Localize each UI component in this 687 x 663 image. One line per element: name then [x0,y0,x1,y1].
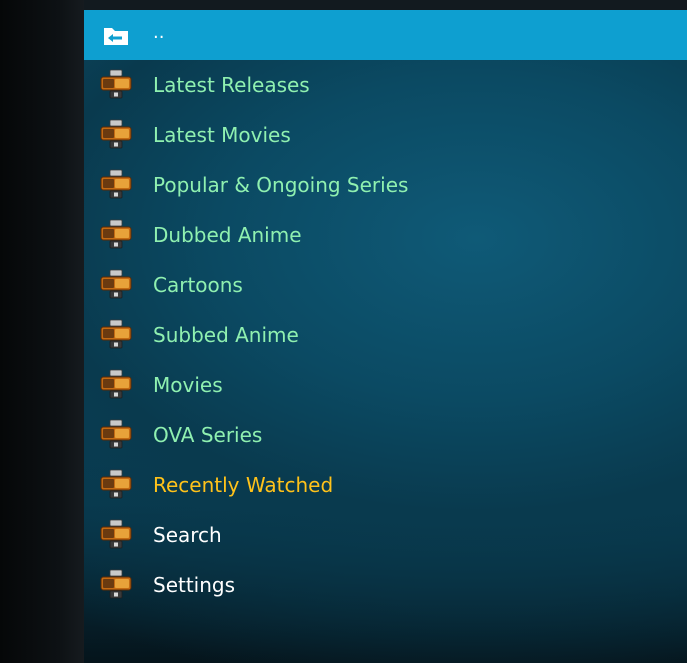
list-item-ova-series[interactable]: OVA Series [84,410,687,460]
list-item-settings[interactable]: Settings [84,560,687,610]
list-item-label: OVA Series [153,423,263,447]
list-item-latest-releases[interactable]: Latest Releases [84,60,687,110]
list-item-label: Settings [153,573,236,597]
list-item-dubbed-anime[interactable]: Dubbed Anime [84,210,687,260]
list-item-label: Movies [153,373,223,397]
list-item-label: Popular & Ongoing Series [153,173,409,197]
list-item-parent-folder[interactable]: .. [84,10,687,60]
list-item-label: Latest Releases [153,73,310,97]
list-item-label: Dubbed Anime [153,223,302,247]
watch-nyaa-icon [99,569,133,601]
list-item-label: .. [153,22,165,43]
watch-nyaa-icon [99,469,133,501]
list-item-label: Latest Movies [153,123,291,147]
watch-nyaa-icon [99,119,133,151]
list-item-latest-movies[interactable]: Latest Movies [84,110,687,160]
watch-nyaa-icon [99,219,133,251]
watch-nyaa-icon [99,319,133,351]
watch-nyaa-icon [99,419,133,451]
watch-nyaa-icon [99,369,133,401]
watch-nyaa-icon [99,69,133,101]
list-item-label: Cartoons [153,273,243,297]
addon-menu-panel: .. Latest Releases Latest Movies Popular… [84,10,687,663]
list-item-search[interactable]: Search [84,510,687,560]
list-item-label: Subbed Anime [153,323,299,347]
list-item-cartoons[interactable]: Cartoons [84,260,687,310]
list-item-subbed-anime[interactable]: Subbed Anime [84,310,687,360]
watch-nyaa-icon [99,519,133,551]
menu-list: .. Latest Releases Latest Movies Popular… [84,10,687,610]
top-band [84,0,687,10]
watch-nyaa-icon [99,169,133,201]
list-item-movies[interactable]: Movies [84,360,687,410]
list-item-popular-ongoing-series[interactable]: Popular & Ongoing Series [84,160,687,210]
left-background-strip [0,0,84,663]
list-item-label: Recently Watched [153,473,334,497]
watch-nyaa-icon [99,269,133,301]
folder-back-icon [99,19,133,51]
list-item-label: Search [153,523,222,547]
list-item-recently-watched[interactable]: Recently Watched [84,460,687,510]
